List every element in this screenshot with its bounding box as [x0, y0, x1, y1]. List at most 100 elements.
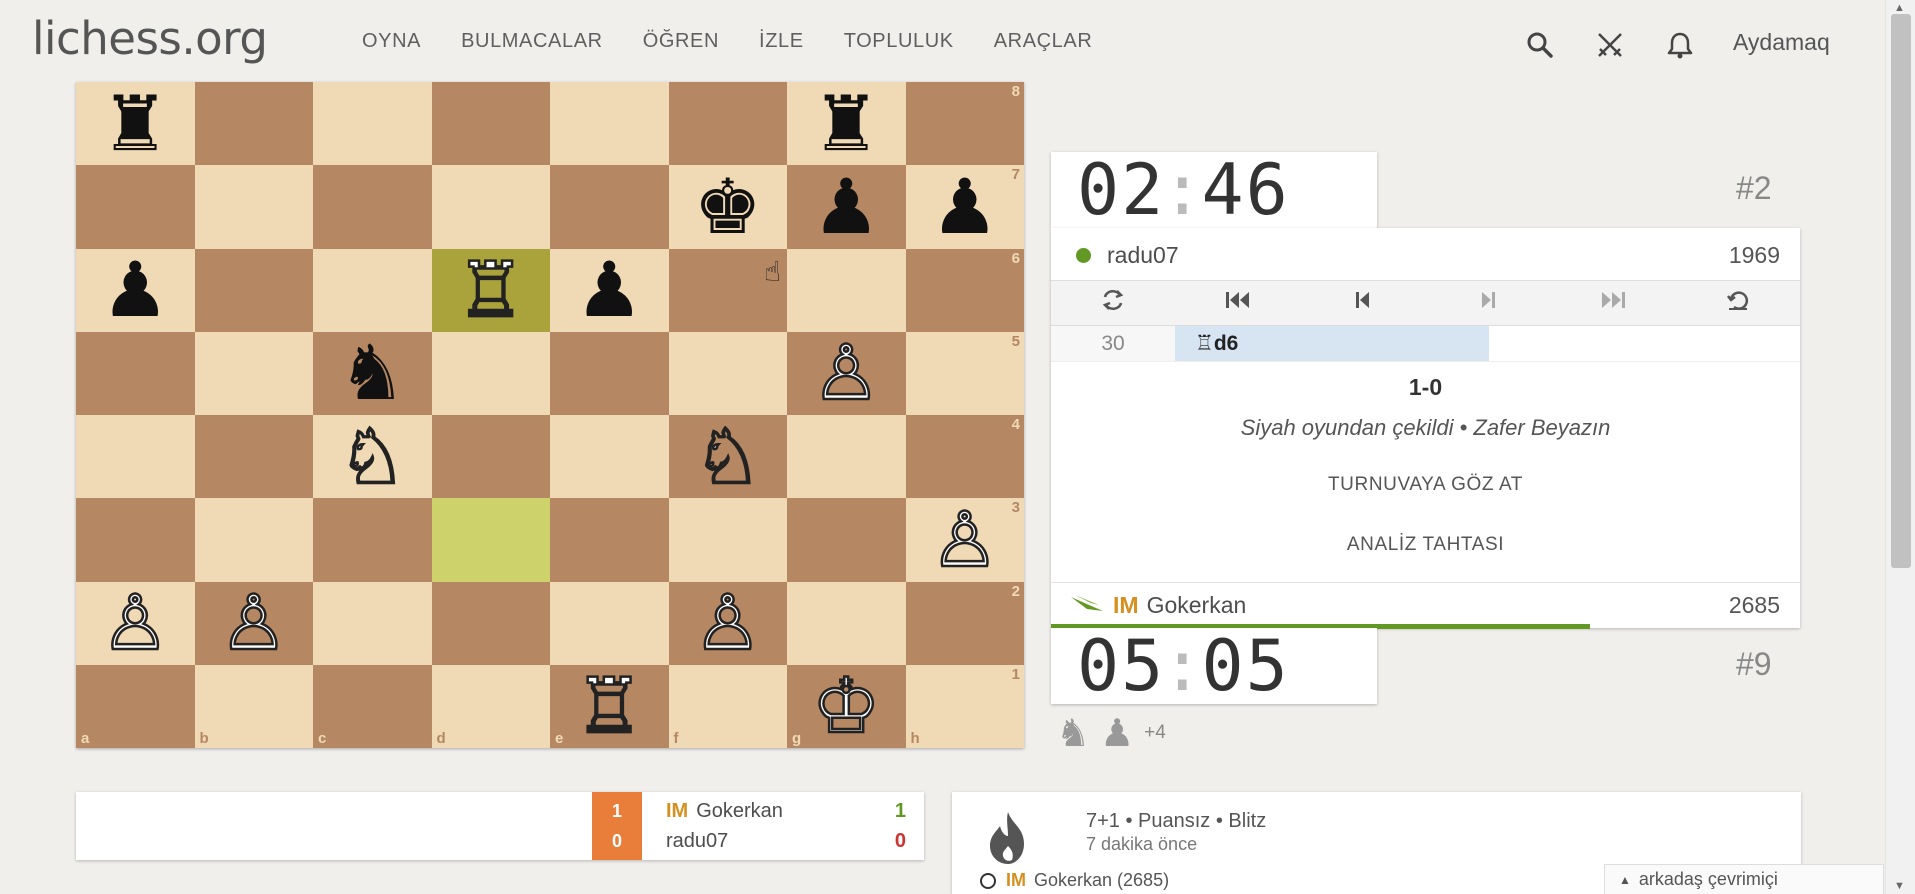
square-a4[interactable] [76, 415, 195, 499]
square-h1[interactable]: 1h [905, 664, 1024, 748]
square-c1[interactable]: c [313, 664, 432, 748]
square-e5[interactable] [550, 331, 669, 415]
nav-community[interactable]: TOPLULUK [844, 30, 954, 53]
chess-piece[interactable]: ♙ [929, 500, 1000, 579]
square-g8[interactable]: ♜ [787, 82, 906, 166]
square-c6[interactable] [313, 248, 432, 332]
chess-board[interactable]: ♜ ♜ 8 ♚ ♟ ♟ 7 ♟ ♖ ♟ 6 ♞ ♙ 5 ♘ ♘ 4 ♙ 3 ♙ ♙ ♙ 2 a b c d ♖ e f ♔ g 1 h [76, 82, 1024, 748]
square-b5[interactable] [194, 331, 313, 415]
square-e1[interactable]: ♖ e [550, 664, 669, 748]
square-b7[interactable] [194, 165, 313, 249]
square-d8[interactable] [431, 82, 550, 166]
bottom-player-name[interactable]: Gokerkan [1147, 592, 1247, 619]
chess-piece[interactable]: ♜ [812, 85, 880, 162]
last-move-icon[interactable] [1583, 291, 1643, 315]
square-h4[interactable]: 4 [905, 415, 1024, 499]
chess-piece[interactable]: ♞ [338, 335, 406, 411]
square-f7[interactable]: ♚ [668, 165, 787, 249]
square-b1[interactable]: b [194, 664, 313, 748]
square-f2[interactable]: ♙ [668, 581, 787, 665]
square-b4[interactable] [194, 415, 313, 499]
square-d6[interactable]: ♖ [431, 248, 550, 332]
prev-move-icon[interactable] [1333, 291, 1393, 315]
chess-piece[interactable]: ♟ [101, 252, 169, 328]
square-g3[interactable] [787, 498, 906, 582]
scroll-down-icon[interactable]: ▼ [1894, 880, 1905, 892]
square-d1[interactable]: d [431, 664, 550, 748]
crosstable-row[interactable]: radu07 0 [666, 830, 906, 853]
next-move-icon[interactable] [1458, 291, 1518, 315]
square-a1[interactable]: a [76, 664, 195, 748]
square-h5[interactable]: 5 [905, 331, 1024, 415]
view-tournament-button[interactable]: TURNUVAYA GÖZ AT [1051, 474, 1800, 496]
nav-learn[interactable]: ÖĞREN [643, 30, 719, 53]
chess-piece[interactable]: ♜ [101, 85, 169, 162]
square-d5[interactable] [431, 331, 550, 415]
square-h3[interactable]: ♙ 3 [905, 498, 1024, 582]
square-g6[interactable] [787, 248, 906, 332]
square-b6[interactable] [194, 248, 313, 332]
square-c2[interactable] [313, 581, 432, 665]
square-a2[interactable]: ♙ [76, 581, 195, 665]
crosstable-row[interactable]: IM Gokerkan 1 [666, 800, 906, 823]
chess-piece[interactable]: ♔ [811, 667, 882, 746]
square-e4[interactable] [550, 415, 669, 499]
square-c4[interactable]: ♘ [313, 415, 432, 499]
chess-piece[interactable]: ♖ [455, 250, 526, 329]
nav-watch[interactable]: İZLE [759, 30, 804, 53]
game-info-player[interactable]: IM Gokerkan (2685) [980, 870, 1169, 891]
chess-piece[interactable]: ♖ [574, 667, 645, 746]
square-h2[interactable]: 2 [905, 581, 1024, 665]
square-d2[interactable] [431, 581, 550, 665]
chess-piece[interactable]: ♙ [811, 334, 882, 413]
square-c5[interactable]: ♞ [313, 331, 432, 415]
square-g4[interactable] [787, 415, 906, 499]
square-f1[interactable]: f [668, 664, 787, 748]
square-a5[interactable] [76, 331, 195, 415]
top-player-name[interactable]: radu07 [1107, 242, 1179, 269]
square-h6[interactable]: 6 [905, 248, 1024, 332]
site-logo[interactable]: lichess.org [32, 12, 268, 65]
swords-icon[interactable] [1593, 28, 1627, 62]
square-e2[interactable] [550, 581, 669, 665]
crosstable-game-score[interactable]: 1 0 [592, 792, 642, 860]
square-a7[interactable] [76, 165, 195, 249]
square-a3[interactable] [76, 498, 195, 582]
square-f5[interactable] [668, 331, 787, 415]
analysis-toggle-icon[interactable] [1708, 289, 1768, 317]
analysis-board-button[interactable]: ANALİZ TAHTASI [1051, 534, 1800, 556]
square-e3[interactable] [550, 498, 669, 582]
scroll-thumb[interactable] [1891, 14, 1911, 568]
user-menu[interactable]: Aydamaq [1733, 29, 1830, 56]
search-icon[interactable] [1523, 28, 1557, 62]
chess-piece[interactable]: ♟ [575, 252, 643, 328]
chess-piece[interactable]: ♘ [337, 417, 408, 496]
chess-piece[interactable]: ♙ [100, 583, 171, 662]
square-b2[interactable]: ♙ [194, 581, 313, 665]
square-d4[interactable] [431, 415, 550, 499]
square-h7[interactable]: ♟ 7 [905, 165, 1024, 249]
page-scrollbar[interactable]: ▲ ▼ [1885, 0, 1915, 894]
bell-icon[interactable] [1663, 28, 1697, 62]
chess-piece[interactable]: ♚ [694, 168, 762, 245]
scroll-up-icon[interactable]: ▲ [1894, 2, 1905, 14]
square-g5[interactable]: ♙ [787, 331, 906, 415]
square-b3[interactable] [194, 498, 313, 582]
chess-piece[interactable]: ♙ [218, 583, 289, 662]
square-f8[interactable] [668, 82, 787, 166]
square-e6[interactable]: ♟ [550, 248, 669, 332]
square-c7[interactable] [313, 165, 432, 249]
flip-board-icon[interactable] [1083, 289, 1143, 317]
chess-piece[interactable]: ♟ [812, 168, 880, 245]
nav-puzzles[interactable]: BULMACALAR [461, 30, 603, 53]
square-d3[interactable] [431, 498, 550, 582]
square-a8[interactable]: ♜ [76, 82, 195, 166]
square-e7[interactable] [550, 165, 669, 249]
square-f4[interactable]: ♘ [668, 415, 787, 499]
nav-tools[interactable]: ARAÇLAR [994, 30, 1093, 53]
square-g1[interactable]: ♔ g [787, 664, 906, 748]
square-d7[interactable] [431, 165, 550, 249]
square-h8[interactable]: 8 [905, 82, 1024, 166]
chess-piece[interactable]: ♘ [692, 417, 763, 496]
square-a6[interactable]: ♟ [76, 248, 195, 332]
